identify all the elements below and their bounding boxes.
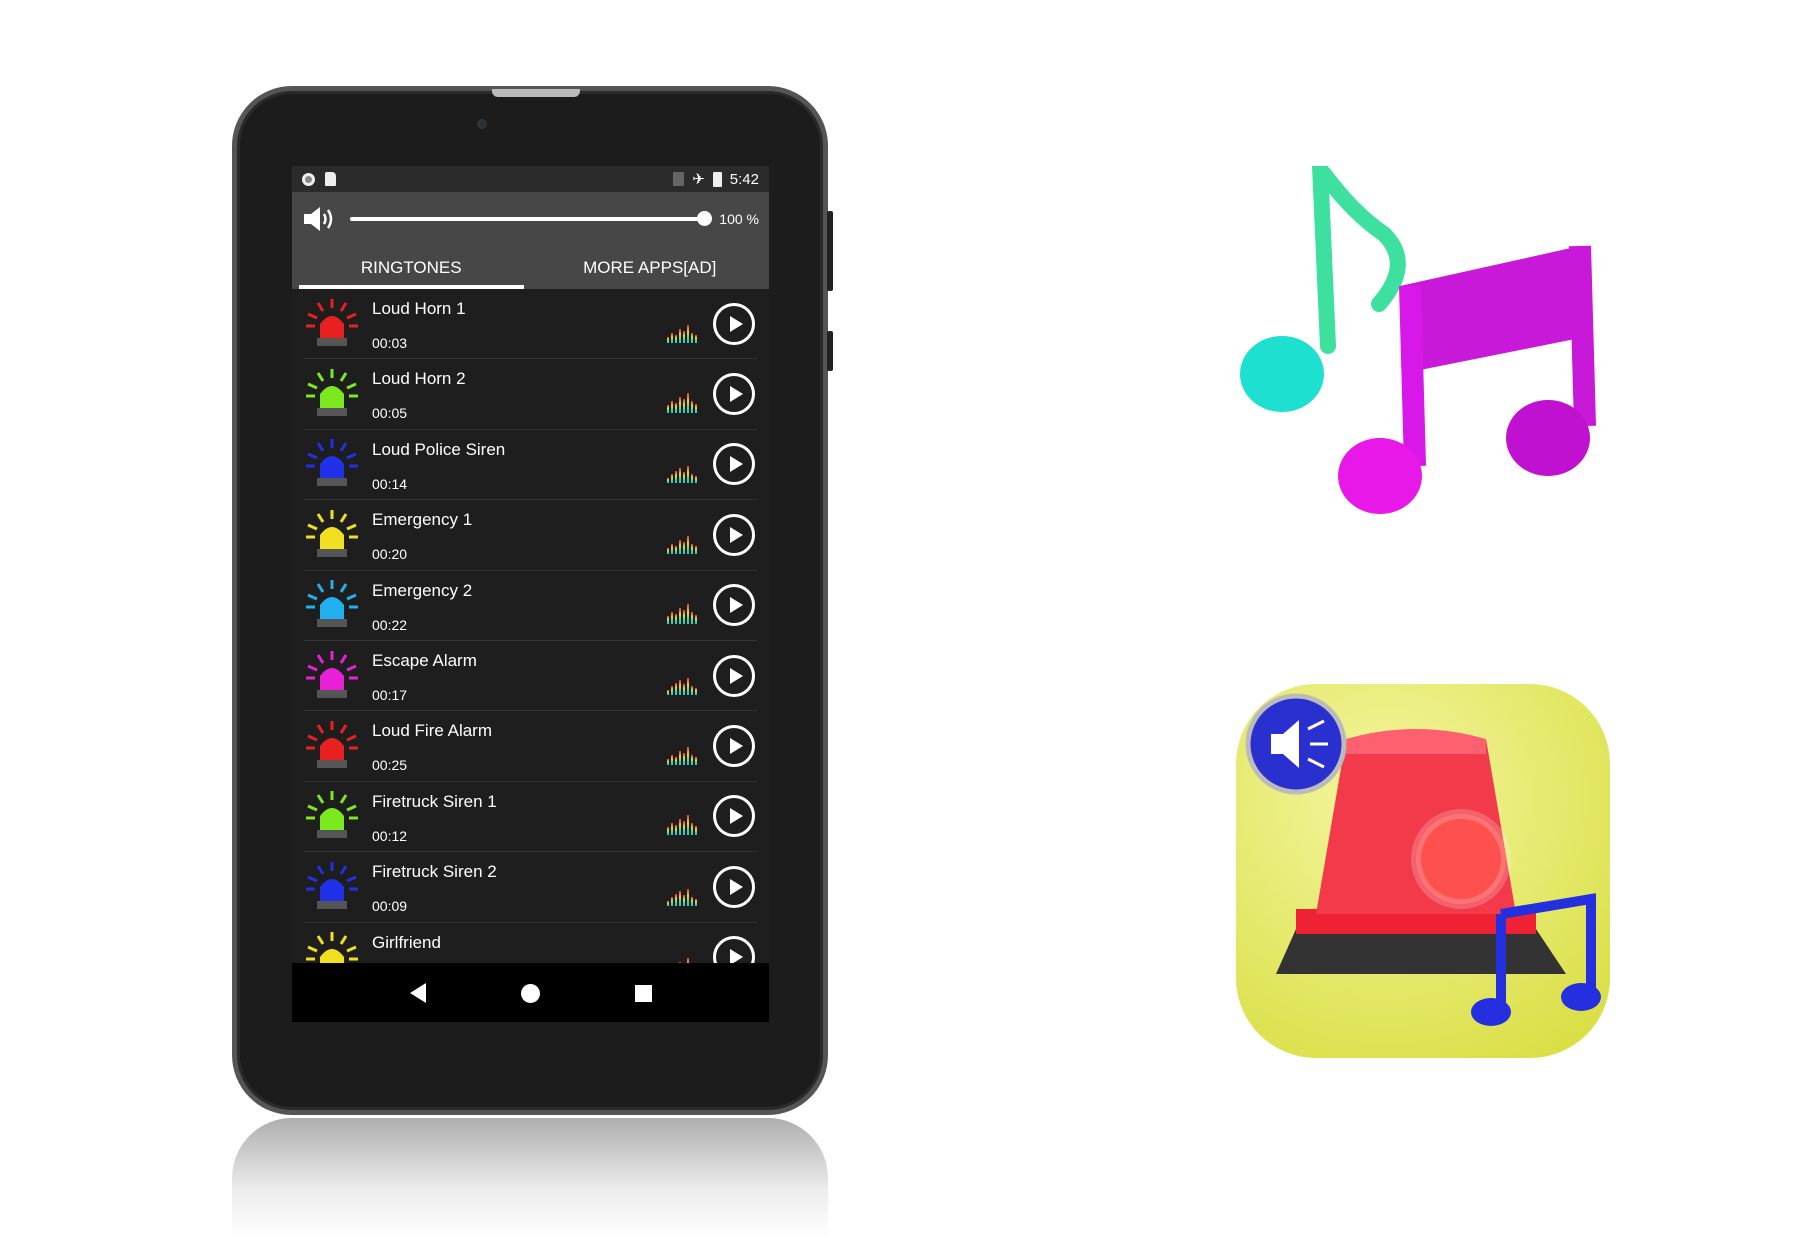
equalizer-icon xyxy=(667,952,697,963)
ringtone-name: Loud Horn 2 xyxy=(372,369,466,389)
battery-charging-icon xyxy=(712,171,722,187)
ringtone-duration: 00:14 xyxy=(372,475,408,492)
ringtone-row[interactable]: Emergency 2 00:22 xyxy=(304,571,757,641)
volume-slider-thumb[interactable] xyxy=(697,211,713,226)
speaker-grille xyxy=(492,89,580,97)
siren-icon xyxy=(306,439,358,487)
tab-more-apps[interactable]: MORE APPS[AD] xyxy=(531,246,770,289)
ringtone-name: Emergency 1 xyxy=(372,510,473,530)
siren-icon xyxy=(306,650,358,698)
speaker-volume-icon[interactable] xyxy=(302,205,336,233)
ringtone-info: Emergency 1 00:20 xyxy=(372,500,667,569)
ringtone-duration: 00:09 xyxy=(372,898,408,915)
app-icon xyxy=(1236,684,1610,1058)
equalizer-icon xyxy=(667,741,697,766)
ringtone-info: Escape Alarm 00:17 xyxy=(372,641,667,710)
side-button xyxy=(827,211,833,291)
siren-icon xyxy=(1245,693,1601,1026)
back-icon[interactable] xyxy=(409,983,426,1003)
play-button[interactable] xyxy=(713,584,755,627)
ringtone-list[interactable]: Loud Horn 1 00:03 Loud Horn 2 00:05 Loud… xyxy=(292,289,769,963)
tab-bar: RINGTONES MORE APPS[AD] xyxy=(292,246,769,289)
ringtone-info: Loud Horn 1 00:03 xyxy=(372,289,667,358)
app-screen: ✈ 5:42 100 % RINGTONES MORE APPS[AD] Lou… xyxy=(292,166,769,1022)
siren-icon xyxy=(306,721,358,769)
ringtone-name: Loud Horn 1 xyxy=(372,299,466,318)
ringtone-row[interactable]: Escape Alarm 00:17 xyxy=(304,641,757,712)
siren-icon xyxy=(306,791,358,839)
record-icon xyxy=(302,172,315,186)
siren-icon xyxy=(306,861,358,909)
ringtone-info: Girlfriend xyxy=(372,923,667,963)
play-button[interactable] xyxy=(713,936,755,963)
ringtone-row[interactable]: Girlfriend xyxy=(304,923,757,963)
recents-icon[interactable] xyxy=(634,984,652,1002)
play-button[interactable] xyxy=(713,795,755,838)
ringtone-row[interactable]: Firetruck Siren 2 00:09 xyxy=(304,852,757,923)
volume-percent: 100 % xyxy=(719,211,759,227)
siren-icon xyxy=(306,580,358,628)
ringtone-name: Firetruck Siren 1 xyxy=(372,791,497,811)
equalizer-icon xyxy=(667,882,697,906)
ringtone-row[interactable]: Loud Horn 2 00:05 xyxy=(304,359,757,430)
equalizer-icon xyxy=(667,600,697,625)
side-button xyxy=(827,331,833,371)
siren-icon xyxy=(306,369,358,417)
no-sim-icon xyxy=(673,172,685,186)
ringtone-row[interactable]: Loud Horn 1 00:03 xyxy=(304,289,757,360)
equalizer-icon xyxy=(667,459,697,484)
siren-icon xyxy=(306,298,358,346)
equalizer-icon xyxy=(667,389,697,414)
play-button[interactable] xyxy=(713,302,755,345)
ringtone-duration: 00:17 xyxy=(372,686,408,703)
siren-icon xyxy=(306,509,358,557)
play-button[interactable] xyxy=(713,654,755,697)
home-icon[interactable] xyxy=(520,983,540,1003)
ringtone-name: Loud Fire Alarm xyxy=(372,721,492,741)
play-button[interactable] xyxy=(713,725,755,768)
ringtone-info: Firetruck Siren 1 00:12 xyxy=(372,782,667,851)
ringtone-info: Firetruck Siren 2 00:09 xyxy=(372,852,667,921)
volume-slider[interactable] xyxy=(350,211,713,226)
ringtone-name: Emergency 2 xyxy=(372,580,473,600)
ringtone-duration: 00:22 xyxy=(372,616,408,633)
clock: 5:42 xyxy=(729,170,759,188)
airplane-icon: ✈ xyxy=(692,171,705,188)
ringtone-row[interactable]: Firetruck Siren 1 00:12 xyxy=(304,782,757,853)
navigation-bar xyxy=(292,963,769,1022)
equalizer-icon xyxy=(667,811,697,836)
status-bar: ✈ 5:42 xyxy=(292,166,769,192)
ringtone-duration: 00:05 xyxy=(372,405,408,422)
play-button[interactable] xyxy=(713,513,755,556)
equalizer-icon xyxy=(667,671,697,695)
siren-icon xyxy=(306,932,358,963)
ringtone-name: Girlfriend xyxy=(372,932,441,952)
ringtone-info: Loud Horn 2 00:05 xyxy=(372,359,667,428)
ringtone-row[interactable]: Loud Fire Alarm 00:25 xyxy=(304,711,757,782)
ringtone-info: Emergency 2 00:22 xyxy=(372,571,667,640)
ringtone-row[interactable]: Loud Police Siren 00:14 xyxy=(304,430,757,501)
ringtone-name: Loud Police Siren xyxy=(372,439,506,459)
play-button[interactable] xyxy=(713,443,755,486)
ringtone-row[interactable]: Emergency 1 00:20 xyxy=(304,500,757,571)
ringtone-name: Firetruck Siren 2 xyxy=(372,862,497,882)
music-notes-icon xyxy=(1240,166,1596,514)
ringtone-info: Loud Fire Alarm 00:25 xyxy=(372,711,667,780)
tab-ringtones[interactable]: RINGTONES xyxy=(292,246,531,289)
ringtone-name: Escape Alarm xyxy=(372,650,477,670)
play-button[interactable] xyxy=(713,373,755,416)
ringtone-duration: 00:03 xyxy=(372,335,408,351)
sd-card-icon xyxy=(325,172,336,186)
ringtone-duration: 00:20 xyxy=(372,546,408,563)
equalizer-icon xyxy=(667,530,697,554)
camera xyxy=(477,119,487,129)
volume-bar: 100 % xyxy=(292,192,769,246)
ringtone-info: Loud Police Siren 00:14 xyxy=(372,430,667,499)
equalizer-icon xyxy=(667,319,697,343)
ringtone-duration: 00:12 xyxy=(372,827,408,844)
ringtone-duration: 00:25 xyxy=(372,757,408,774)
play-button[interactable] xyxy=(713,865,755,908)
tablet-reflection xyxy=(232,1118,828,1238)
